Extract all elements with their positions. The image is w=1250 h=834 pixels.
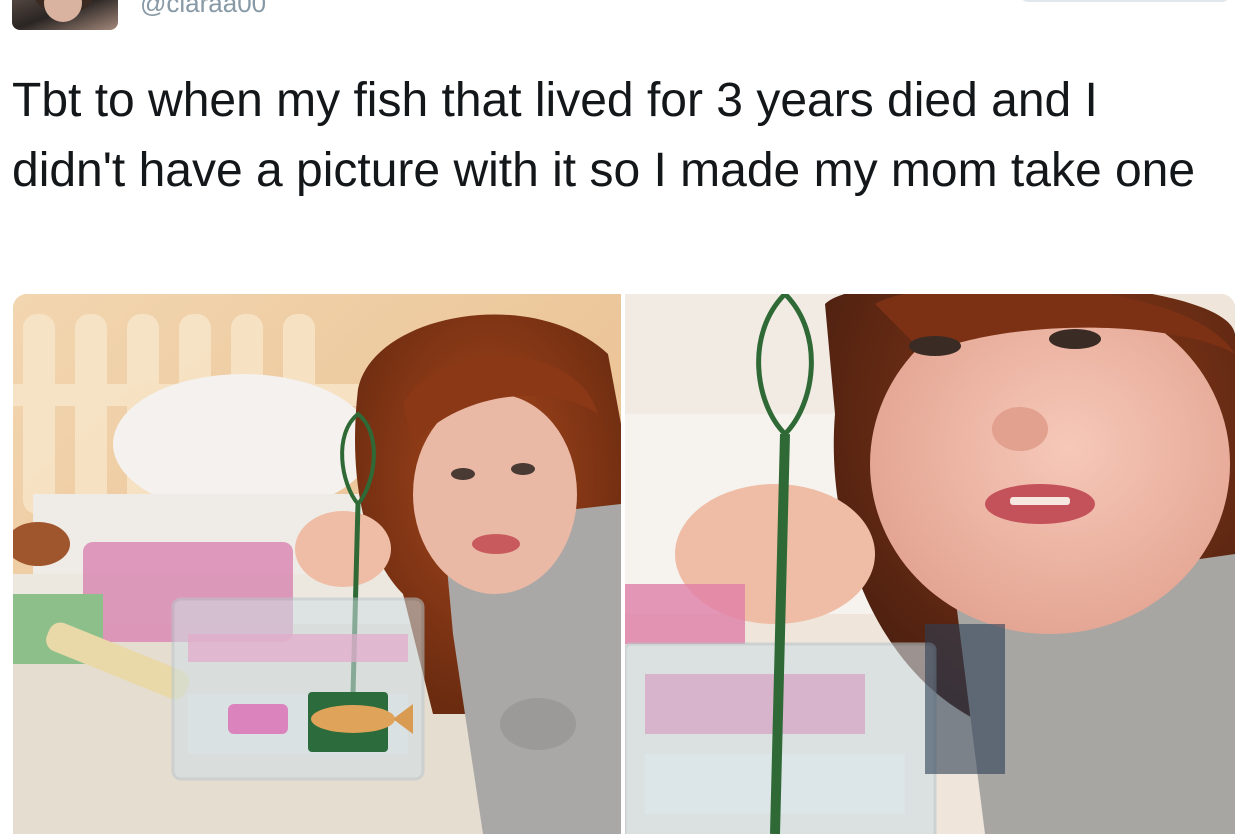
tweet-text: Tbt to when my fish that lived for 3 yea… bbox=[12, 74, 1196, 197]
crying-girl-with-fish-photo[interactable] bbox=[13, 294, 621, 834]
tweet-media[interactable] bbox=[13, 294, 1235, 834]
follow-button[interactable] bbox=[1020, 0, 1230, 2]
user-handle[interactable]: @claraa00 bbox=[140, 0, 266, 18]
crying-girl-closeup-photo[interactable] bbox=[625, 294, 1235, 834]
user-avatar[interactable] bbox=[12, 0, 118, 30]
